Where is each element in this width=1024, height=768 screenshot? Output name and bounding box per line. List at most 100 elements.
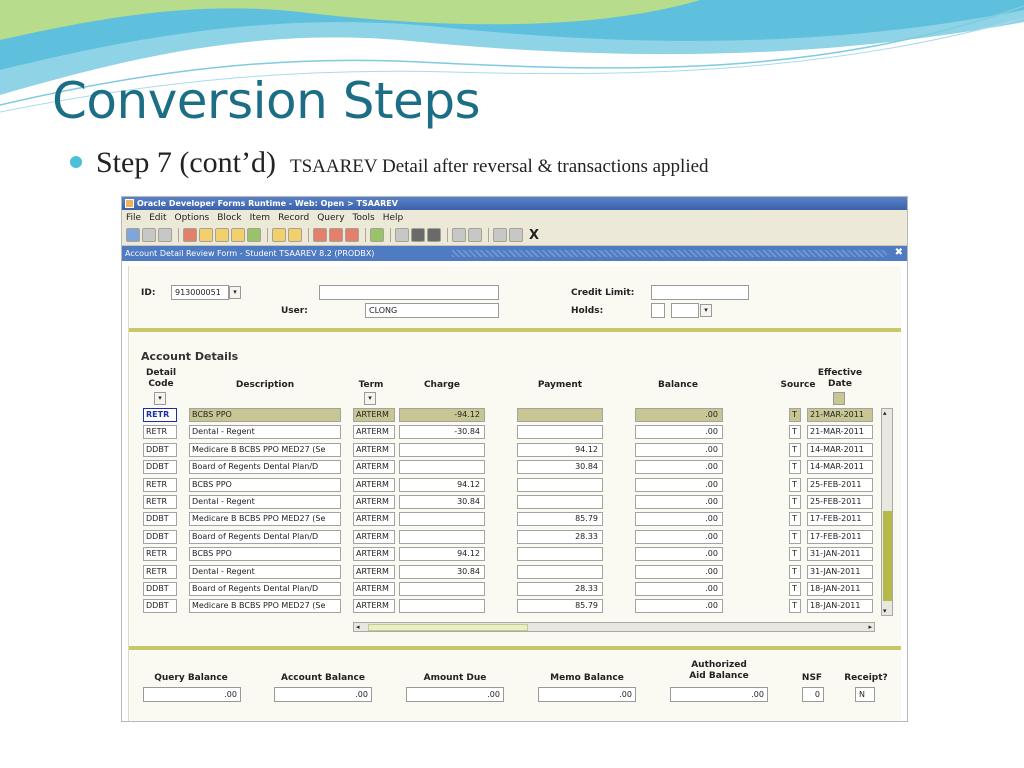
term-cell[interactable]: ARTERM (353, 408, 395, 422)
term-cell[interactable]: ARTERM (353, 599, 395, 614)
detail-code-cell[interactable]: DDBT (143, 460, 177, 475)
charge-cell[interactable] (399, 442, 485, 457)
term-cell[interactable]: ARTERM (353, 425, 395, 440)
description-cell[interactable]: Medicare B BCBS PPO MED27 (Se (189, 599, 341, 614)
next-block-icon[interactable] (231, 228, 245, 242)
charge-cell[interactable]: 30.84 (399, 495, 485, 509)
scroll-left-icon[interactable]: ◂ (356, 623, 360, 631)
save-icon[interactable] (126, 228, 140, 242)
term-cell[interactable]: ARTERM (353, 512, 395, 527)
scroll-right-icon[interactable]: ▸ (868, 623, 872, 631)
help-icon[interactable] (493, 228, 507, 242)
print-icon[interactable] (142, 228, 156, 242)
payment-cell[interactable]: 30.84 (517, 460, 603, 475)
id-field[interactable]: 913000051 (171, 285, 229, 300)
clear-record-icon[interactable] (345, 228, 359, 242)
term-cell[interactable]: ARTERM (353, 582, 395, 596)
charge-cell[interactable] (399, 599, 485, 614)
remove-record-icon[interactable] (329, 228, 343, 242)
close-icon[interactable]: ✖ (895, 247, 903, 258)
previous-block-icon[interactable] (215, 228, 229, 242)
holds-dropdown-icon[interactable]: ▾ (700, 304, 712, 317)
menu-block[interactable]: Block (217, 213, 241, 223)
description-cell[interactable]: Medicare B BCBS PPO MED27 (Se (189, 512, 341, 527)
list-of-values-icon[interactable] (370, 228, 384, 242)
charge-cell[interactable]: -30.84 (399, 425, 485, 440)
menu-item[interactable]: Item (250, 213, 271, 223)
print-screen-icon[interactable] (395, 228, 409, 242)
menu-tools[interactable]: Tools (353, 213, 375, 223)
detail-code-cell[interactable]: DDBT (143, 599, 177, 614)
charge-cell[interactable]: 94.12 (399, 547, 485, 562)
menu-record[interactable]: Record (278, 213, 309, 223)
detail-code-cell[interactable]: RETR (143, 564, 177, 579)
charge-cell[interactable]: 94.12 (399, 477, 485, 492)
term-cell[interactable]: ARTERM (353, 442, 395, 457)
charge-cell[interactable] (399, 460, 485, 475)
term-cell[interactable]: ARTERM (353, 460, 395, 475)
payment-cell[interactable]: 94.12 (517, 442, 603, 457)
extras-icon[interactable] (452, 228, 466, 242)
description-cell[interactable]: Dental - Regent (189, 495, 341, 509)
payment-cell[interactable]: 85.79 (517, 512, 603, 527)
payment-cell[interactable]: 85.79 (517, 599, 603, 614)
term-cell[interactable]: ARTERM (353, 564, 395, 579)
receipt-field[interactable]: N (855, 687, 875, 702)
payment-cell[interactable] (517, 495, 603, 509)
workflow-icon[interactable] (427, 228, 441, 242)
payment-cell[interactable] (517, 477, 603, 492)
charge-cell[interactable] (399, 512, 485, 527)
payment-cell[interactable] (517, 408, 603, 422)
select-icon[interactable] (199, 228, 213, 242)
payment-cell[interactable]: 28.33 (517, 529, 603, 544)
horizontal-scrollbar[interactable]: ◂ ▸ (353, 622, 875, 632)
detail-code-cell[interactable]: RETR (143, 425, 177, 440)
scroll-up-icon[interactable]: ▴ (883, 409, 887, 417)
attachments-icon[interactable] (468, 228, 482, 242)
charge-cell[interactable] (399, 529, 485, 544)
effective-date-calendar-icon[interactable] (833, 392, 845, 405)
description-cell[interactable]: Medicare B BCBS PPO MED27 (Se (189, 442, 341, 457)
description-cell[interactable]: Dental - Regent (189, 564, 341, 579)
description-cell[interactable]: Board of Regents Dental Plan/D (189, 529, 341, 544)
menu-options[interactable]: Options (175, 213, 210, 223)
detail-code-cell[interactable]: RETR (143, 408, 177, 422)
exit-form-icon[interactable] (158, 228, 172, 242)
payment-cell[interactable] (517, 564, 603, 579)
payment-cell[interactable] (517, 425, 603, 440)
charge-cell[interactable]: 30.84 (399, 564, 485, 579)
payment-cell[interactable] (517, 547, 603, 562)
detail-code-cell[interactable]: DDBT (143, 512, 177, 527)
detail-code-cell[interactable]: RETR (143, 547, 177, 562)
term-cell[interactable]: ARTERM (353, 477, 395, 492)
payment-cell[interactable]: 28.33 (517, 582, 603, 596)
term-dropdown-icon[interactable]: ▾ (364, 392, 376, 405)
term-cell[interactable]: ARTERM (353, 529, 395, 544)
rollback-icon[interactable] (183, 228, 197, 242)
charge-cell[interactable] (399, 582, 485, 596)
detail-code-cell[interactable]: DDBT (143, 529, 177, 544)
detail-code-cell[interactable]: DDBT (143, 582, 177, 596)
description-cell[interactable]: Dental - Regent (189, 425, 341, 440)
scroll-down-icon[interactable]: ▾ (883, 607, 887, 615)
description-cell[interactable]: Board of Regents Dental Plan/D (189, 582, 341, 596)
detail-code-cell[interactable]: RETR (143, 477, 177, 492)
detail-code-cell[interactable]: DDBT (143, 442, 177, 457)
menu-edit[interactable]: Edit (149, 213, 166, 223)
detail-code-dropdown-icon[interactable]: ▾ (154, 392, 166, 405)
detail-code-cell[interactable]: RETR (143, 495, 177, 509)
menu-file[interactable]: File (126, 213, 141, 223)
description-cell[interactable]: Board of Regents Dental Plan/D (189, 460, 341, 475)
charge-cell[interactable]: -94.12 (399, 408, 485, 422)
scrollbar-thumb[interactable] (883, 511, 892, 601)
vertical-scrollbar[interactable]: ▴ ▾ (881, 408, 893, 616)
menu-query[interactable]: Query (317, 213, 344, 223)
term-cell[interactable]: ARTERM (353, 495, 395, 509)
menu-help[interactable]: Help (383, 213, 404, 223)
insert-record-icon[interactable] (313, 228, 327, 242)
enter-query-icon[interactable] (272, 228, 286, 242)
execute-query-icon[interactable] (288, 228, 302, 242)
horizontal-scrollbar-thumb[interactable] (368, 624, 528, 631)
id-dropdown-icon[interactable]: ▾ (229, 286, 241, 299)
description-cell[interactable]: BCBS PPO (189, 547, 341, 562)
